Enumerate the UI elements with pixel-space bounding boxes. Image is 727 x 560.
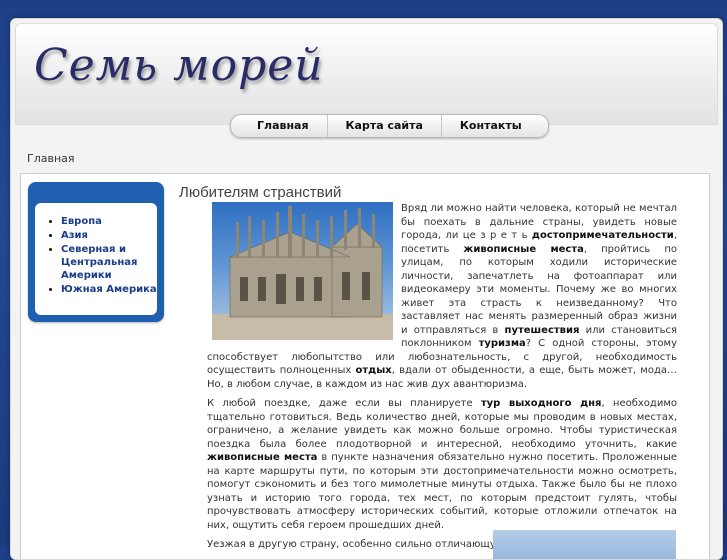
keyword: туризма <box>478 338 526 349</box>
cathedral-photo <box>212 202 393 340</box>
cathedral-image <box>212 206 393 340</box>
article-title: Любителям странствий <box>179 184 342 201</box>
keyword: путешествия <box>504 324 580 336</box>
site-logo[interactable]: Семь морей <box>34 40 324 91</box>
keyword: отдых <box>355 365 392 376</box>
sidebar-menu: Европа Азия Северная и Центральная Амери… <box>35 203 157 315</box>
keyword: достопримечательности <box>531 230 674 241</box>
sidebar-item-asia[interactable]: Азия <box>61 229 157 242</box>
nav-sitemap[interactable]: Карта сайта <box>328 115 442 137</box>
text-run: К любой поездке, даже если вы планируете <box>207 398 481 409</box>
nav-contacts[interactable]: Контакты <box>442 115 540 137</box>
sidebar-item-south-america[interactable]: Южная Америка <box>61 283 157 296</box>
breadcrumb[interactable]: Главная <box>27 152 75 165</box>
text-run: , пройтись по улицам, по которым ходили … <box>401 243 677 336</box>
paragraph-2: К любой поездке, даже если вы планируете… <box>207 397 677 532</box>
keyword: живописные места <box>207 452 318 463</box>
nav-home[interactable]: Главная <box>239 115 328 137</box>
sidebar: Европа Азия Северная и Центральная Амери… <box>28 182 164 322</box>
header: Семь морей <box>15 23 718 125</box>
second-photo <box>493 530 676 559</box>
page-frame: Семь морей Главная Карта сайта Контакты … <box>10 18 723 560</box>
text-run: в пункте назначения обязательно нужно по… <box>207 452 677 531</box>
sidebar-item-north-america[interactable]: Северная и Центральная Америки <box>61 243 157 282</box>
top-nav: Главная Карта сайта Контакты <box>230 114 549 138</box>
keyword: тур выходного дня <box>480 398 602 409</box>
content-area: Европа Азия Северная и Центральная Амери… <box>20 173 710 559</box>
sidebar-item-europe[interactable]: Европа <box>61 215 157 228</box>
keyword: живописные места <box>463 243 584 255</box>
